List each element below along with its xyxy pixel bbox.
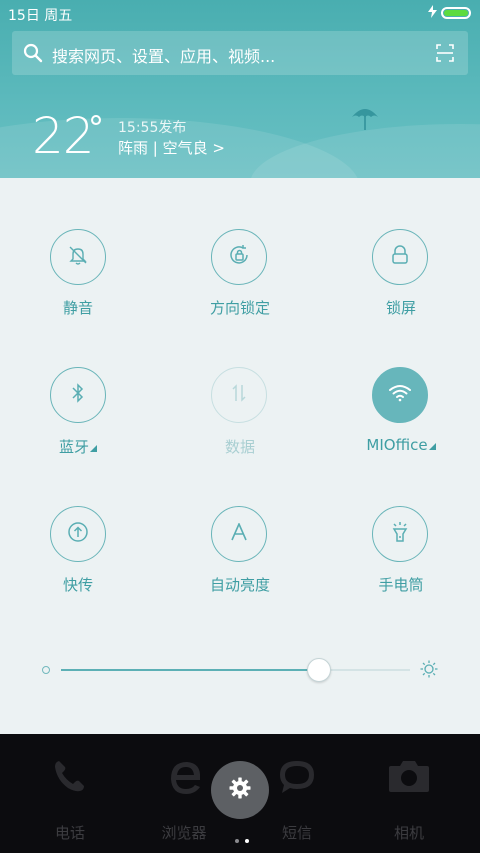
toggle-lock-screen-label: 锁屏 [385, 299, 416, 317]
flashlight-icon [389, 520, 411, 548]
settings-button[interactable] [211, 761, 269, 819]
brightness-high-icon [420, 660, 438, 682]
toggle-mi-transfer[interactable] [50, 506, 106, 562]
status-date: 15日 周五 [8, 8, 73, 24]
toggle-mobile-data-label: 数据 [224, 438, 255, 456]
toggle-mute[interactable] [50, 229, 106, 285]
toggle-rotation-lock-label: 方向锁定 [209, 299, 270, 317]
wifi-icon [388, 383, 412, 407]
umbrella-icon [350, 103, 380, 137]
temperature[interactable]: 22 [32, 107, 95, 165]
camera-icon [387, 758, 431, 798]
toggle-mute-label: 静音 [62, 299, 93, 317]
page-dot [245, 839, 249, 843]
toggle-mi-transfer-label: 快传 [62, 576, 93, 594]
toggle-lock-screen[interactable] [372, 229, 428, 285]
brightness-slider-handle[interactable] [307, 658, 332, 682]
message-icon [277, 758, 317, 800]
search-icon [23, 43, 43, 67]
rotation-lock-icon [227, 243, 251, 271]
wifi-network-name: MIOffice [366, 436, 428, 454]
bell-mute-icon [67, 244, 89, 270]
dock-item-phone[interactable]: 电话 [20, 734, 120, 853]
bluetooth-label-text: 蓝牙 [58, 438, 89, 456]
browser-icon [166, 758, 206, 802]
toggle-mobile-data[interactable] [211, 367, 267, 423]
bluetooth-icon [71, 383, 85, 407]
degree-symbol: ° [88, 109, 104, 147]
battery-level [444, 10, 468, 16]
toggle-auto-brightness[interactable] [211, 506, 267, 562]
weather-publish-time: 15:55发布 [118, 120, 187, 136]
dock-item-camera[interactable]: 相机 [359, 734, 459, 853]
quick-settings-panel: 静音 方向锁定 锁屏 蓝牙 数据 MIOffice 快传 自动亮度 手电筒 [0, 178, 480, 734]
toggle-auto-brightness-label: 自动亮度 [209, 576, 270, 594]
notification-header: 15日 周五 搜索网页、设置、应用、视频... 22 ° 15:55发布 阵雨 … [0, 0, 480, 178]
status-bar: 15日 周五 [0, 0, 480, 28]
charging-icon [428, 5, 437, 22]
toggle-wifi[interactable] [372, 367, 428, 423]
phone-icon [52, 758, 88, 798]
toggle-rotation-lock[interactable] [211, 229, 267, 285]
weather-condition[interactable]: 阵雨 | 空气良 > [118, 137, 225, 158]
lock-icon [390, 244, 410, 270]
dock-item-label: 浏览器 [161, 824, 207, 842]
page-dot [235, 839, 239, 843]
page-indicator [232, 828, 252, 847]
dock-item-label: 相机 [393, 824, 424, 842]
toggle-flashlight-label: 手电筒 [378, 576, 424, 594]
scan-icon[interactable] [436, 44, 454, 66]
auto-brightness-icon [230, 522, 248, 545]
mobile-data-icon [231, 383, 247, 407]
search-input[interactable]: 搜索网页、设置、应用、视频... [52, 43, 275, 67]
brightness-low-icon [42, 666, 50, 674]
brightness-slider[interactable] [61, 669, 410, 671]
expand-arrow-icon [428, 443, 436, 450]
battery-icon [441, 7, 471, 19]
toggle-wifi-label[interactable]: MIOffice [341, 436, 461, 454]
search-bar[interactable]: 搜索网页、设置、应用、视频... [12, 31, 468, 75]
brightness-slider-fill [61, 669, 320, 671]
toggle-bluetooth-label[interactable]: 蓝牙 [18, 436, 138, 457]
expand-arrow-icon [90, 445, 97, 452]
transfer-icon [67, 521, 89, 547]
toggle-flashlight[interactable] [372, 506, 428, 562]
dock-item-label: 电话 [54, 824, 85, 842]
dock-item-label: 短信 [281, 824, 312, 842]
toggle-bluetooth[interactable] [50, 367, 106, 423]
gear-icon [228, 776, 252, 804]
